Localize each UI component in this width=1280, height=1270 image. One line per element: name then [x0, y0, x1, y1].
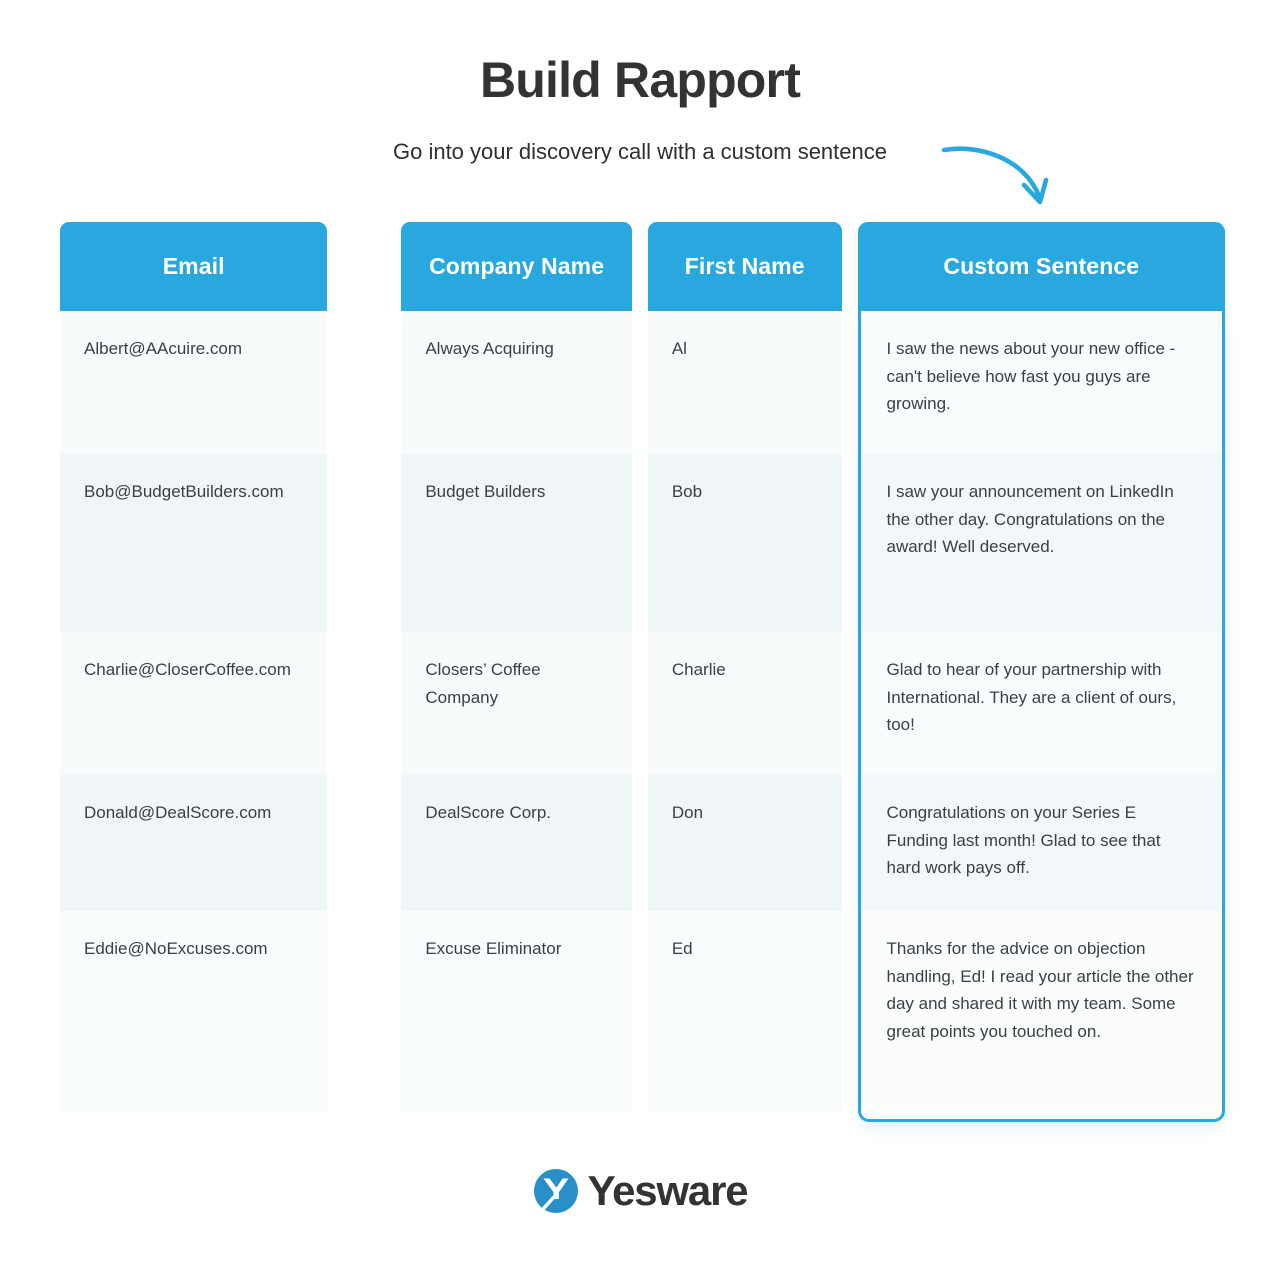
column-email: Email Albert@AAcuire.com Bob@BudgetBuild… — [60, 222, 328, 1122]
table-cell: Al — [647, 311, 842, 454]
column-header-company-name: Company Name — [401, 222, 632, 311]
brand-wordmark: Yesware — [587, 1167, 749, 1214]
table-cell: Albert@AAcuire.com — [60, 311, 328, 454]
table-cell: I saw your announcement on LinkedIn the … — [860, 454, 1222, 632]
column-first-name: First Name Al Bob Charlie Don Ed — [647, 222, 842, 1122]
column-custom-sentence: Custom Sentence I saw the news about you… — [857, 222, 1225, 1122]
column-body-first-name: Al Bob Charlie Don Ed — [647, 311, 842, 1122]
column-header-custom-sentence: Custom Sentence — [857, 222, 1225, 311]
table-cell: Congratulations on your Series E Funding… — [860, 775, 1222, 911]
rapport-table: Email Albert@AAcuire.com Bob@BudgetBuild… — [60, 222, 1225, 1122]
table-cell: Thanks for the advice on objection handl… — [860, 911, 1222, 1111]
table-cell: I saw the news about your new office - c… — [860, 311, 1222, 454]
table-cell: DealScore Corp. — [401, 775, 632, 911]
table-cell: Excuse Eliminator — [401, 911, 632, 1111]
footer-brand: Yesware — [0, 1168, 1280, 1214]
column-body-custom-sentence: I saw the news about your new office - c… — [857, 311, 1225, 1122]
infographic-page: Build Rapport Go into your discovery cal… — [0, 0, 1280, 1270]
table-cell: Charlie@CloserCoffee.com — [60, 632, 328, 775]
table-cell: Glad to hear of your partnership with In… — [860, 632, 1222, 775]
table-cell: Closers’ Coffee Company — [401, 632, 632, 775]
table-cell: Bob@BudgetBuilders.com — [60, 454, 328, 632]
curved-arrow-down-right-icon — [941, 146, 1049, 205]
page-title: Build Rapport — [479, 52, 801, 108]
table-cell: Budget Builders — [401, 454, 632, 632]
page-subtitle: Go into your discovery call with a custo… — [392, 139, 887, 164]
table-cell: Bob — [647, 454, 842, 632]
column-header-first-name: First Name — [647, 222, 842, 311]
table-cell: Always Acquiring — [401, 311, 632, 454]
table-cell: Don — [647, 775, 842, 911]
table-cell: Charlie — [647, 632, 842, 775]
table-cell: Ed — [647, 911, 842, 1111]
column-body-email: Albert@AAcuire.com Bob@BudgetBuilders.co… — [60, 311, 328, 1122]
yesware-y-circle-logo-icon — [533, 1169, 578, 1213]
table-cell: Eddie@NoExcuses.com — [60, 911, 328, 1111]
table-cell: Donald@DealScore.com — [60, 775, 328, 911]
column-body-company-name: Always Acquiring Budget Builders Closers… — [401, 311, 632, 1122]
column-header-email: Email — [60, 222, 328, 311]
column-company-name: Company Name Always Acquiring Budget Bui… — [401, 222, 632, 1122]
